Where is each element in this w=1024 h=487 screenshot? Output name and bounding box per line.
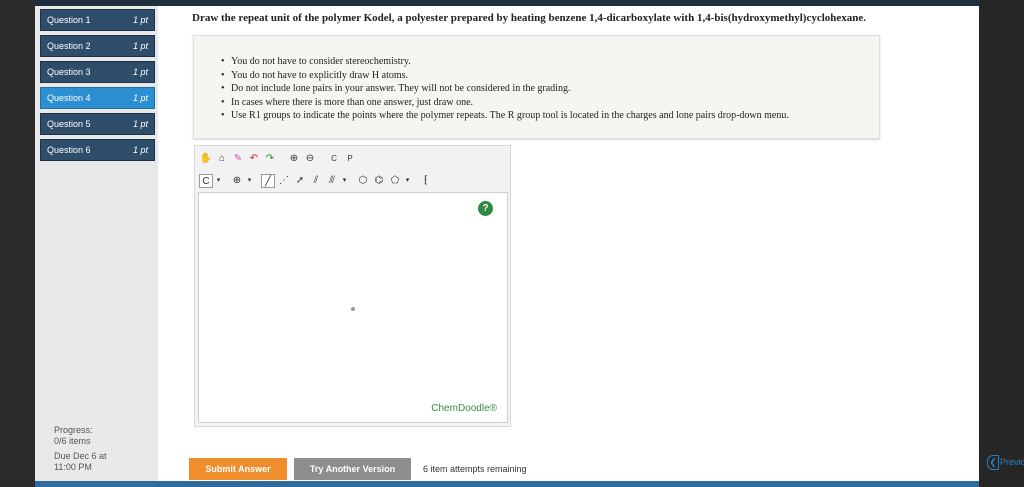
- chemdoodle-editor: ✋ ⌂ ✎ ↶ ↷ ⊕ ⊖ C P C ▾ ⊕ ▾ ╱ ⋰ ➚ ⫽ ⫻ ▾ ⬡ …: [194, 145, 511, 427]
- question-label: Question 3: [47, 67, 91, 77]
- right-frame: [979, 0, 1024, 487]
- question-item-3[interactable]: Question 3 1 pt: [40, 61, 155, 83]
- perspective-icon[interactable]: P: [343, 152, 357, 166]
- progress-value: 0/6 items: [54, 436, 91, 446]
- cyclopentane-icon[interactable]: ⬠: [388, 174, 402, 188]
- question-points: 1 pt: [132, 67, 148, 77]
- attempts-remaining: 6 item attempts remaining: [423, 464, 527, 474]
- instruction-item: You do not have to explicitly draw H ato…: [221, 69, 789, 83]
- chevron-down-icon[interactable]: ▾: [404, 174, 411, 188]
- question-points: 1 pt: [132, 41, 148, 51]
- try-another-version-button[interactable]: Try Another Version: [294, 458, 411, 480]
- question-item-6[interactable]: Question 6 1 pt: [40, 139, 155, 161]
- zoom-out-icon[interactable]: ⊖: [303, 152, 317, 166]
- chevron-down-icon[interactable]: ▾: [341, 174, 348, 188]
- instructions-box: You do not have to consider stereochemis…: [193, 35, 880, 139]
- dashed-bond-icon[interactable]: ⋰: [277, 174, 291, 188]
- question-label: Question 5: [47, 119, 91, 129]
- submit-answer-button[interactable]: Submit Answer: [189, 458, 287, 480]
- chevron-left-icon: ❮: [987, 455, 999, 470]
- instruction-item: In cases where there is more than one an…: [221, 96, 789, 110]
- single-bond-icon[interactable]: ╱: [261, 174, 275, 188]
- previous-label: Previo: [1000, 457, 1024, 467]
- question-item-2[interactable]: Question 2 1 pt: [40, 35, 155, 57]
- charge-icon[interactable]: ⊕: [230, 174, 244, 188]
- due-date-line2: 11:00 PM: [54, 462, 92, 472]
- hand-icon[interactable]: ✋: [199, 152, 213, 166]
- wedge-bond-icon[interactable]: ➚: [293, 174, 307, 188]
- zoom-in-icon[interactable]: ⊕: [287, 152, 301, 166]
- bottom-bar: [35, 481, 979, 487]
- benzene-icon[interactable]: ⌬: [372, 174, 386, 188]
- editor-toolbar-bottom: C ▾ ⊕ ▾ ╱ ⋰ ➚ ⫽ ⫻ ▾ ⬡ ⌬ ⬠ ▾ ⁅: [199, 172, 433, 190]
- question-item-1[interactable]: Question 1 1 pt: [40, 9, 155, 31]
- help-icon[interactable]: ?: [478, 201, 493, 216]
- eraser-icon[interactable]: ✎: [231, 152, 245, 166]
- clear-icon[interactable]: ⌂: [215, 152, 229, 166]
- question-label: Question 1: [47, 15, 91, 25]
- double-bond-icon[interactable]: ⫽: [309, 174, 323, 188]
- question-item-4[interactable]: Question 4 1 pt: [40, 87, 155, 109]
- question-text: Draw the repeat unit of the polymer Kode…: [192, 12, 867, 24]
- previous-link[interactable]: ❮ Previo: [987, 455, 1024, 470]
- drawing-canvas[interactable]: ? ChemDoodle®: [198, 192, 508, 423]
- left-frame: [0, 0, 35, 487]
- instruction-item: Use R1 groups to indicate the points whe…: [221, 109, 789, 123]
- chevron-down-icon[interactable]: ▾: [246, 174, 253, 188]
- triple-bond-icon[interactable]: ⫻: [325, 174, 339, 188]
- question-points: 1 pt: [132, 119, 148, 129]
- instruction-item: You do not have to consider stereochemis…: [221, 55, 789, 69]
- question-item-5[interactable]: Question 5 1 pt: [40, 113, 155, 135]
- canvas-center-dot: [351, 307, 355, 311]
- progress-block: Progress: 0/6 items Due Dec 6 at 11:00 P…: [54, 425, 107, 473]
- top-bar: [35, 0, 979, 6]
- redo-icon[interactable]: ↷: [263, 152, 277, 166]
- instructions-list: You do not have to consider stereochemis…: [194, 55, 789, 123]
- chemdoodle-logo: ChemDoodle®: [431, 403, 497, 414]
- question-label: Question 6: [47, 145, 91, 155]
- editor-toolbar-top: ✋ ⌂ ✎ ↶ ↷ ⊕ ⊖ C P: [199, 150, 357, 168]
- chevron-down-icon[interactable]: ▾: [215, 174, 222, 188]
- undo-icon[interactable]: ↶: [247, 152, 261, 166]
- question-points: 1 pt: [132, 145, 148, 155]
- clean-icon[interactable]: C: [327, 152, 341, 166]
- progress-label: Progress:: [54, 425, 93, 435]
- question-points: 1 pt: [132, 15, 148, 25]
- element-select[interactable]: C: [199, 174, 213, 188]
- question-label: Question 4: [47, 93, 91, 103]
- bracket-icon[interactable]: ⁅: [419, 174, 433, 188]
- question-label: Question 2: [47, 41, 91, 51]
- due-date-line1: Due Dec 6 at: [54, 451, 107, 461]
- question-points: 1 pt: [132, 93, 148, 103]
- instruction-item: Do not include lone pairs in your answer…: [221, 82, 789, 96]
- cyclohexane-icon[interactable]: ⬡: [356, 174, 370, 188]
